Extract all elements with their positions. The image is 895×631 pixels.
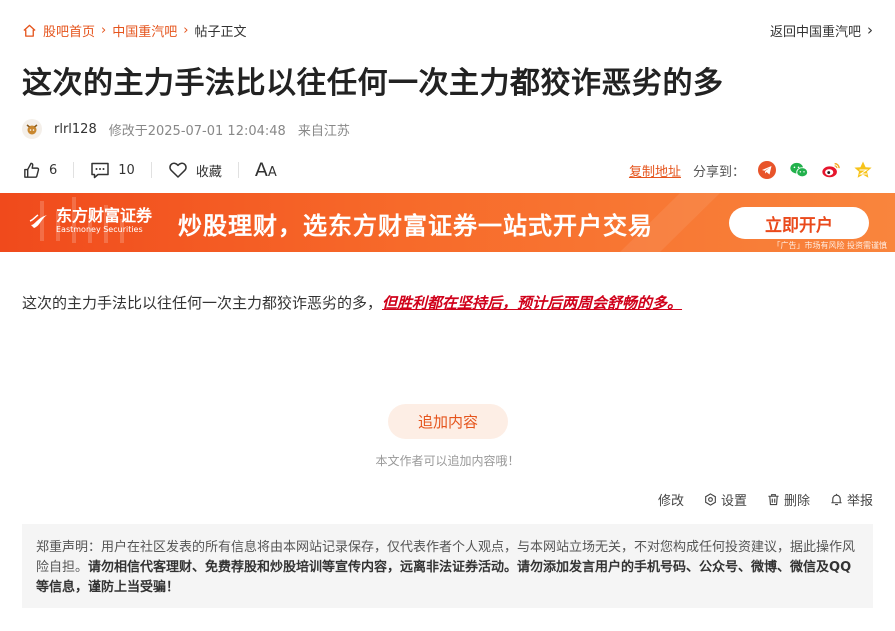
settings-gear-icon: [705, 492, 716, 506]
legal-notice: 郑重声明：用户在社区发表的所有信息将由本网站记录保存，仅代表作者个人观点，与本网…: [22, 524, 873, 608]
share-area: 复制地址 分享到：: [629, 160, 873, 180]
bull-avatar-icon: [26, 124, 38, 135]
comment-button[interactable]: 10: [90, 161, 135, 180]
eastmoney-logo-text: 东方财富证券 Eastmoney Securities: [56, 207, 152, 235]
post-title: 这次的主力手法比以往任何一次主力都狡诈恶劣的多: [22, 66, 724, 101]
like-count: 6: [49, 162, 58, 178]
back-to-forum-link[interactable]: 返回中国重汽吧 ›: [770, 21, 873, 40]
comment-count: 10: [118, 162, 135, 178]
report-bell-icon: [831, 493, 842, 505]
open-account-button[interactable]: 立即开户: [729, 207, 869, 239]
ad-banner[interactable]: 东方财富证券 Eastmoney Securities 炒股理财，选东方财富证券…: [0, 193, 895, 252]
post-body-text: 这次的主力手法比以往任何一次主力都狡诈恶劣的多，: [22, 294, 383, 312]
post-operations: 修改 设置 删除 举报: [658, 489, 873, 509]
post-body: 这次的主力手法比以往任何一次主力都狡诈恶劣的多，但胜利都在坚持后，预计后两周会舒…: [22, 292, 682, 313]
font-size-small-glyph: A: [267, 165, 277, 180]
home-icon[interactable]: [22, 23, 37, 38]
delete-button[interactable]: 删除: [767, 490, 810, 509]
avatar[interactable]: [22, 119, 42, 139]
logo-english-name: Eastmoney Securities: [56, 225, 143, 234]
edit-button[interactable]: 修改: [658, 490, 684, 509]
legal-notice-warning: 请勿相信代客理财、免费荐股和炒股培训等宣传内容，远离非法证券活动。请勿添加发言用…: [36, 560, 852, 595]
divider: [150, 162, 152, 178]
font-size-large-glyph: A: [254, 159, 268, 181]
breadcrumb-home-link[interactable]: 股吧首页: [43, 21, 95, 40]
qzone-star-icon[interactable]: [853, 160, 873, 180]
chevron-right-icon: ›: [183, 22, 189, 38]
delete-label: 删除: [783, 493, 810, 509]
author-name[interactable]: rlrl128: [54, 122, 97, 137]
post-actions: 6 10 收藏 AA 复制地址 分享到：: [22, 158, 873, 182]
logo-chinese-name: 东方财富证券: [56, 206, 153, 225]
settings-button[interactable]: 设置: [704, 490, 747, 509]
post-modified-time: 修改于2025-07-01 12:04:48: [108, 123, 286, 139]
eastmoney-logo: 东方财富证券 Eastmoney Securities: [28, 207, 152, 235]
chevron-right-icon: ›: [101, 22, 107, 38]
divider: [73, 162, 75, 178]
breadcrumb: 股吧首页 › 中国重汽吧 › 帖子正文: [22, 21, 770, 40]
like-button[interactable]: 6: [22, 161, 57, 180]
report-label: 举报: [846, 493, 873, 509]
chevron-right-icon: ›: [867, 21, 873, 39]
eastmoney-logo-icon: [29, 214, 47, 228]
post-body-emphasis: 但胜利都在坚持后，预计后两周会舒畅的多。: [382, 294, 683, 312]
heart-icon: [169, 162, 187, 178]
post-location: 来自江苏: [297, 123, 350, 139]
font-size-icon: AA: [255, 159, 277, 181]
back-link-label: 返回中国重汽吧: [769, 24, 861, 40]
trash-icon: [768, 493, 779, 505]
post-meta: rlrl128 修改于2025-07-01 12:04:48 来自江苏: [22, 118, 350, 140]
favorite-button[interactable]: 收藏: [168, 161, 222, 180]
weibo-icon[interactable]: [821, 160, 841, 180]
favorite-label: 收藏: [195, 164, 222, 180]
banner-slogan: 炒股理财，选东方财富证券一站式开户交易: [178, 212, 653, 240]
copy-link-button[interactable]: 复制地址: [629, 161, 681, 180]
share-label: 分享到：: [692, 164, 745, 180]
thumb-up-icon: [24, 162, 40, 178]
add-content-hint: 本文作者可以追加内容哦！: [375, 454, 520, 468]
edit-label: 修改: [657, 493, 684, 509]
add-content-button[interactable]: 追加内容: [388, 404, 508, 439]
breadcrumb-forum-link[interactable]: 中国重汽吧: [112, 21, 177, 40]
telegram-icon[interactable]: [757, 160, 777, 180]
settings-label: 设置: [720, 493, 747, 509]
comment-icon: [91, 162, 110, 178]
divider: [237, 162, 239, 178]
breadcrumb-bar: 股吧首页 › 中国重汽吧 › 帖子正文 返回中国重汽吧 ›: [22, 20, 873, 40]
breadcrumb-current: 帖子正文: [194, 24, 247, 40]
report-button[interactable]: 举报: [830, 490, 873, 509]
font-size-button[interactable]: AA: [255, 159, 277, 181]
wechat-icon[interactable]: [789, 160, 809, 180]
ad-disclaimer: 「广告」市场有风险 投资需谨慎: [772, 241, 887, 250]
